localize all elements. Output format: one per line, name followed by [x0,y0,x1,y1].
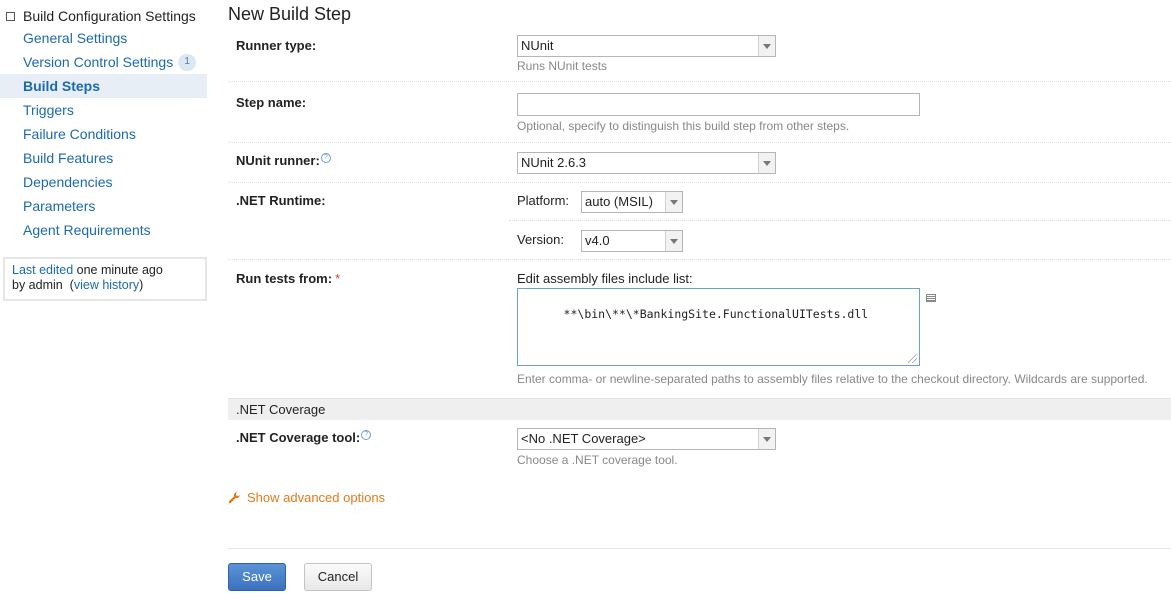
nunit-runner-row: NUnit runner:? NUnit 2.6.3 [228,143,1171,183]
sidebar-item-build-steps[interactable]: Build Steps [0,74,207,98]
assembly-files-textarea[interactable]: **\bin\**\*BankingSite.FunctionalUITests… [517,288,920,366]
sidebar-header-label: Build Configuration Settings [23,8,196,24]
last-edited-box: Last edited one minute ago by admin (vie… [3,257,207,301]
sidebar-item-failure-conditions[interactable]: Failure Conditions [0,122,207,146]
chevron-down-icon [665,192,682,212]
coverage-tool-label: .NET Coverage tool: [236,430,361,445]
sidebar-item-general-settings[interactable]: General Settings [0,26,207,50]
sidebar-item-triggers[interactable]: Triggers [0,98,207,122]
count-badge: 1 [178,53,197,71]
platform-label: Platform: [517,193,570,208]
page-title: New Build Step [228,4,352,24]
version-select[interactable]: v4.0 [581,230,683,252]
coverage-tool-select[interactable]: <No .NET Coverage> [517,428,776,450]
platform-value: auto (MSIL) [585,194,653,209]
step-name-row: Step name: Optional, specify to distingu… [228,82,1171,143]
version-label: Version: [517,232,564,247]
chevron-down-icon [758,153,775,173]
resize-handle-icon[interactable] [908,354,917,363]
run-tests-from-note: Enter comma- or newline-separated paths … [517,372,1148,386]
last-edited-link[interactable]: Last edited [12,263,73,277]
help-icon[interactable]: ? [361,430,372,440]
chevron-down-icon [758,36,775,56]
platform-select[interactable]: auto (MSIL) [581,191,683,213]
wrench-icon [228,492,240,504]
run-tests-from-label-wrap: Run tests from: * [236,271,340,286]
save-button[interactable]: Save [228,563,286,591]
run-tests-from-row: Run tests from: * Edit assembly files inc… [228,260,1171,398]
assembly-files-value: **\bin\**\*BankingSite.FunctionalUITests… [563,307,869,321]
required-mark: * [335,271,341,286]
runner-type-select[interactable]: NUnit [517,35,776,57]
chevron-down-icon [665,231,682,251]
runner-type-value: NUnit [521,38,554,53]
sidebar-header[interactable]: Build Configuration Settings [0,0,207,26]
cancel-button[interactable]: Cancel [304,563,372,591]
coverage-tool-note: Choose a .NET coverage tool. [517,453,678,467]
nunit-runner-label: NUnit runner: [236,153,320,168]
step-name-input[interactable] [517,93,920,116]
sidebar-item-build-features[interactable]: Build Features [0,146,207,170]
chevron-down-icon [758,429,775,449]
show-advanced-options-link[interactable]: Show advanced options [228,490,385,505]
net-runtime-row: .NET Runtime: Platform: auto (MSIL) Vers… [228,183,1171,260]
sidebar-item-parameters[interactable]: Parameters [0,194,207,218]
nunit-runner-value: NUnit 2.6.3 [521,155,587,170]
sidebar-item-agent-requirements[interactable]: Agent Requirements [0,218,207,242]
sidebar-item-version-control-settings[interactable]: Version Control Settings 1 [0,50,207,74]
runtime-divider [509,220,1171,221]
net-runtime-label: .NET Runtime: [236,193,326,208]
coverage-tool-row: .NET Coverage tool:? <No .NET Coverage> … [228,420,1171,472]
last-edited-by: by admin [12,278,63,292]
sidebar-item-dependencies[interactable]: Dependencies [0,170,207,194]
view-history-link[interactable]: view history [74,278,139,292]
version-value: v4.0 [585,233,610,248]
edit-list-icon[interactable] [926,294,936,302]
coverage-tool-value: <No .NET Coverage> [521,431,646,446]
help-icon[interactable]: ? [320,153,331,163]
show-advanced-options-label: Show advanced options [247,490,386,505]
runner-type-note: Runs NUnit tests [517,59,608,73]
form-footer-divider [228,548,1171,549]
run-tests-from-label: Run tests from: [236,271,333,286]
sidebar: Build Configuration Settings General Set… [0,0,207,242]
runner-type-row: Runner type: NUnit Runs NUnit tests [228,30,1171,82]
coverage-tool-label-wrap: .NET Coverage tool:? [236,430,372,445]
net-coverage-section-header: .NET Coverage [228,398,1171,420]
nunit-runner-label-wrap: NUnit runner:? [236,153,331,168]
sidebar-item-label: Version Control Settings [23,54,174,70]
runner-type-label: Runner type: [236,38,317,53]
nunit-runner-select[interactable]: NUnit 2.6.3 [517,152,776,174]
collapse-square-icon[interactable] [6,11,15,21]
step-name-note: Optional, specify to distinguish this bu… [517,119,850,133]
assembly-list-label: Edit assembly files include list: [517,271,693,286]
last-edited-time: one minute ago [76,263,163,277]
step-name-label: Step name: [236,95,307,110]
